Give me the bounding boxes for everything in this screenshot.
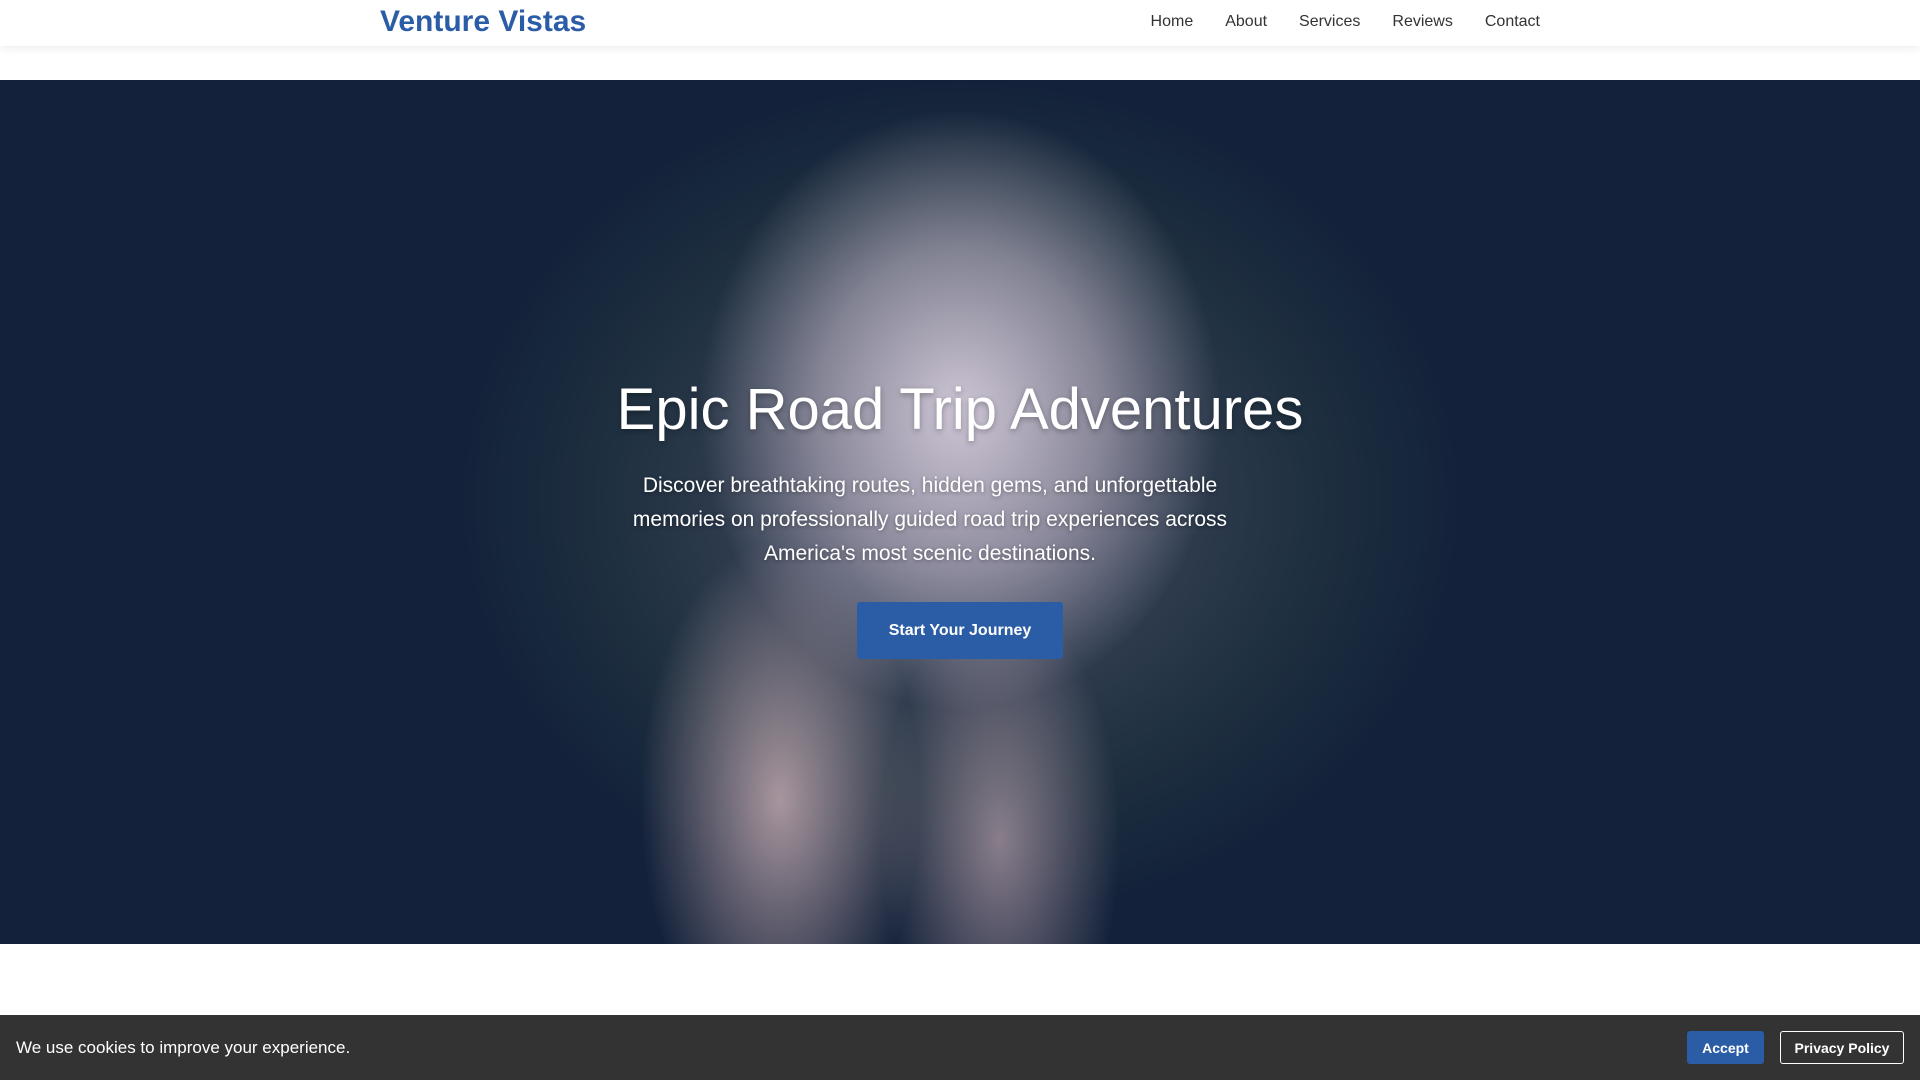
accept-cookies-button[interactable]: Accept [1687,1031,1764,1064]
hero-title: Epic Road Trip Adventures [616,377,1304,442]
nav-reviews[interactable]: Reviews [1392,13,1452,31]
privacy-policy-button[interactable]: Privacy Policy [1780,1031,1904,1064]
nav-contact[interactable]: Contact [1485,13,1540,31]
start-journey-button[interactable]: Start Your Journey [857,602,1063,659]
nav-about[interactable]: About [1225,13,1267,31]
nav-home[interactable]: Home [1151,13,1194,31]
nav-links: Home About Services Reviews Contact [1151,13,1540,31]
cookie-banner: We use cookies to improve your experienc… [0,1015,1920,1080]
logo[interactable]: Venture Vistas [380,5,586,39]
nav-services[interactable]: Services [1299,13,1360,31]
hero-subtitle: Discover breathtaking routes, hidden gem… [632,474,1228,565]
navbar: Venture Vistas Home About Services Revie… [0,0,1920,46]
hero-section: Epic Road Trip Adventures Discover breat… [0,80,1920,944]
cookie-message: We use cookies to improve your experienc… [16,1038,351,1057]
